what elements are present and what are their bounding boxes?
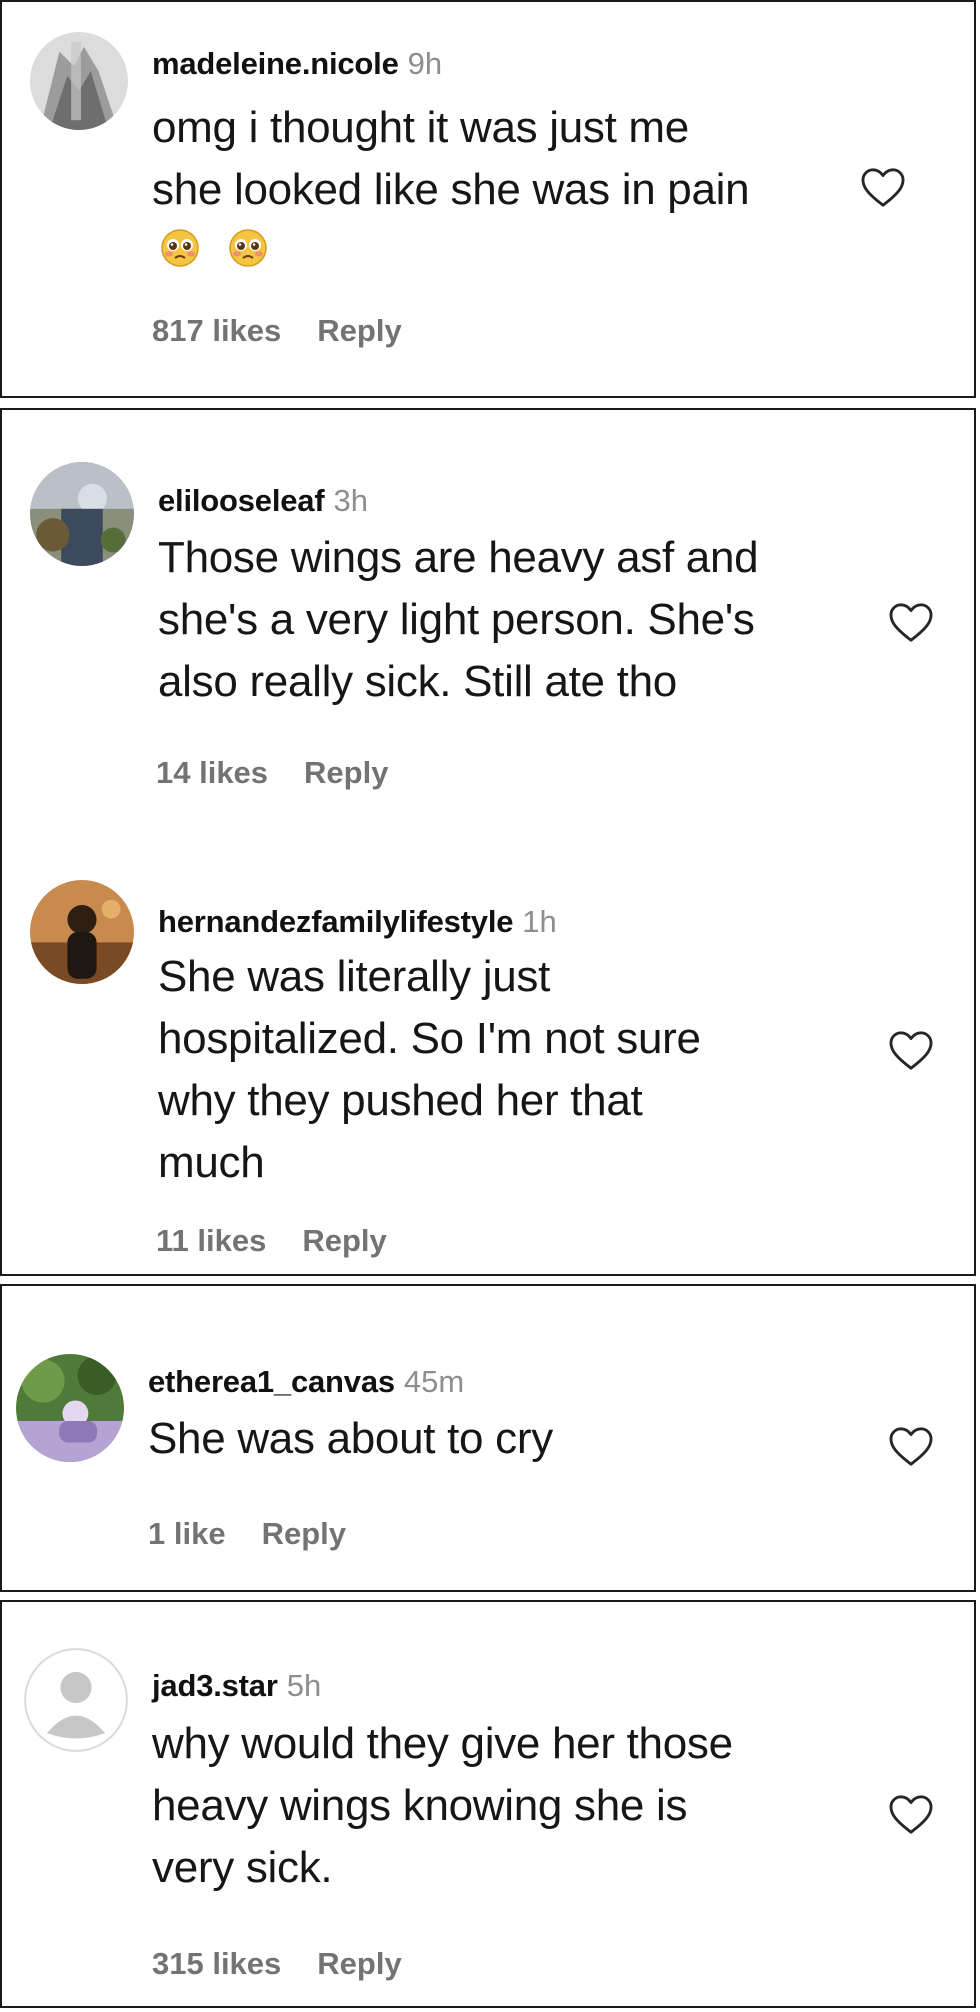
likes-count[interactable]: 315 likes [152, 1946, 281, 1981]
comment-header: etherea1_canvas 45m [148, 1366, 464, 1397]
timestamp[interactable]: 45m [404, 1364, 464, 1399]
timestamp[interactable]: 5h [287, 1668, 321, 1703]
username[interactable]: madeleine.nicole [152, 46, 399, 81]
likes-count[interactable]: 11 likes [156, 1223, 266, 1258]
username[interactable]: elilooseleaf [158, 483, 325, 518]
comment-line: very sick. [152, 1843, 333, 1892]
comment-line: she's a very light person. She's [158, 595, 755, 644]
comment-actions: 817 likes Reply [152, 315, 402, 346]
comment-actions: 315 likes Reply [152, 1948, 402, 1979]
comment-line: hospitalized. So I'm not sure [158, 1014, 701, 1063]
likes-count[interactable]: 1 like [148, 1516, 226, 1551]
comment-line: much [158, 1138, 265, 1187]
heart-outline-icon[interactable] [888, 1030, 934, 1072]
comment-text: omg i thought it was just me she looked … [152, 97, 750, 221]
comment-panel-1: madeleine.nicole 9h omg i thought it was … [0, 0, 976, 398]
reply-button[interactable]: Reply [302, 1223, 386, 1258]
comment-line: She was literally just [158, 952, 550, 1001]
username[interactable]: etherea1_canvas [148, 1364, 395, 1399]
comment-etherea1-canvas: etherea1_canvas 45m She was about to cry … [2, 1286, 974, 1594]
heart-outline-icon[interactable] [860, 167, 906, 209]
pleading-face-emoji [228, 228, 268, 268]
heart-outline-icon[interactable] [888, 1794, 934, 1836]
comment-actions: 1 like Reply [148, 1518, 346, 1549]
user-avatar[interactable] [16, 1354, 124, 1462]
comment-header: madeleine.nicole 9h [152, 48, 442, 79]
comment-line: omg i thought it was just me [152, 103, 689, 152]
comment-line: heavy wings knowing she is [152, 1781, 688, 1830]
default-user-avatar-icon[interactable] [24, 1648, 128, 1752]
comment-actions: 14 likes Reply [156, 757, 388, 788]
comment-text: She was literally just hospitalized. So … [158, 946, 701, 1194]
comment-hernandezfamilylifestyle: hernandezfamilylifestyle 1h She was liter… [2, 840, 974, 1278]
comment-header: jad3.star 5h [152, 1670, 321, 1701]
likes-count[interactable]: 817 likes [152, 313, 281, 348]
heart-outline-icon[interactable] [888, 1426, 934, 1468]
comment-madeleine-nicole: madeleine.nicole 9h omg i thought it was … [2, 2, 974, 400]
reply-button[interactable]: Reply [317, 313, 401, 348]
comment-panel-3: etherea1_canvas 45m She was about to cry … [0, 1284, 976, 1592]
reply-button[interactable]: Reply [304, 755, 388, 790]
heart-outline-icon[interactable] [888, 602, 934, 644]
user-avatar[interactable] [30, 462, 134, 566]
user-avatar[interactable] [30, 32, 128, 130]
comment-panel-2: elilooseleaf 3h Those wings are heavy asf… [0, 408, 976, 1276]
comment-line: Those wings are heavy asf and [158, 533, 759, 582]
likes-count[interactable]: 14 likes [156, 755, 268, 790]
user-avatar[interactable] [30, 880, 134, 984]
comment-line: also really sick. Still ate tho [158, 657, 677, 706]
reply-button[interactable]: Reply [262, 1516, 346, 1551]
username[interactable]: jad3.star [152, 1668, 278, 1703]
comment-panel-4: jad3.star 5h why would they give her thos… [0, 1600, 976, 2008]
username[interactable]: hernandezfamilylifestyle [158, 904, 513, 939]
comment-jad3-star: jad3.star 5h why would they give her thos… [2, 1602, 974, 2010]
comment-text: She was about to cry [148, 1408, 553, 1470]
timestamp[interactable]: 1h [522, 904, 556, 939]
comment-line: she looked like she was in pain [152, 165, 750, 214]
comment-actions: 11 likes Reply [156, 1225, 387, 1256]
comment-line: She was about to cry [148, 1414, 553, 1463]
comment-elilooseleaf: elilooseleaf 3h Those wings are heavy asf… [2, 410, 974, 840]
pleading-face-emoji [160, 228, 200, 268]
comment-text: Those wings are heavy asf and she's a ve… [158, 527, 759, 713]
comment-header: hernandezfamilylifestyle 1h [158, 906, 557, 937]
comment-line: why they pushed her that [158, 1076, 643, 1125]
timestamp[interactable]: 3h [333, 483, 367, 518]
comment-header: elilooseleaf 3h [158, 485, 368, 516]
reply-button[interactable]: Reply [317, 1946, 401, 1981]
comment-line: why would they give her those [152, 1719, 733, 1768]
comment-text: why would they give her those heavy wing… [152, 1713, 733, 1899]
timestamp[interactable]: 9h [408, 46, 442, 81]
